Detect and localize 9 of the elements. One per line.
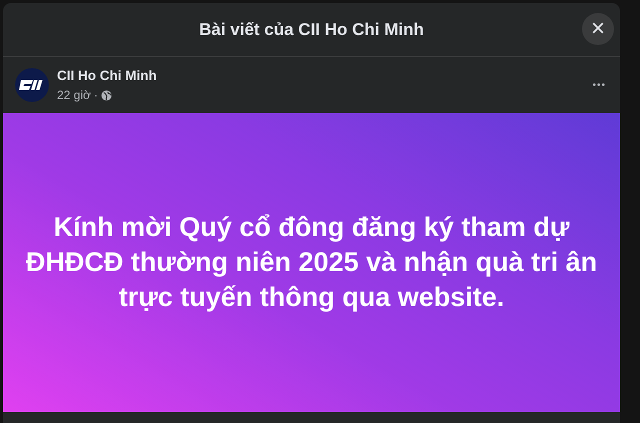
more-options-button[interactable]: ••• [592, 78, 606, 92]
close-button[interactable]: × [582, 13, 614, 45]
post-time[interactable]: 22 giờ [57, 86, 91, 104]
globe-icon [100, 90, 112, 101]
post-text: Kính mời Quý cổ đông đăng ký tham dự ĐHĐCĐ thường niên 2025 và nhận quà tri ân trực tuyến thông qua website. [24, 210, 598, 314]
author-name[interactable]: CII Ho Chi Minh [57, 66, 157, 86]
dialog-title: Bài viết của CII Ho Chi Minh [199, 18, 424, 41]
avatar-icon [15, 68, 49, 102]
separator: · [94, 87, 98, 104]
